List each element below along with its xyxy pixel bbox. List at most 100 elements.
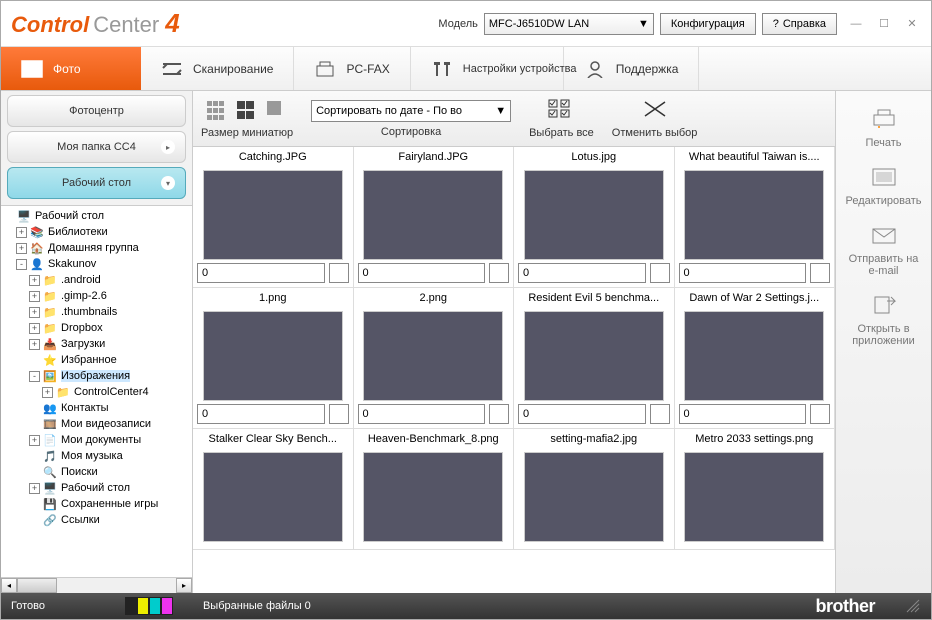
select-checkbox[interactable] xyxy=(650,404,670,424)
thumbnail-card[interactable]: Stalker Clear Sky Bench... xyxy=(193,429,354,550)
thumbnail-image[interactable] xyxy=(203,170,343,260)
expand-icon[interactable]: + xyxy=(29,483,40,494)
edit-action[interactable]: Редактировать xyxy=(842,157,926,213)
email-action[interactable]: Отправить на e-mail xyxy=(842,215,926,283)
copies-input[interactable]: 0 xyxy=(197,404,325,424)
tab-pcfax[interactable]: PC-FAX xyxy=(294,47,410,90)
select-checkbox[interactable] xyxy=(329,404,349,424)
tree-item[interactable]: 👥Контакты xyxy=(3,400,192,416)
sidebar-photocenter[interactable]: Фотоцентр xyxy=(7,95,186,127)
thumbnail-card[interactable]: 1.png0 xyxy=(193,288,354,429)
thumbnail-image[interactable] xyxy=(684,311,824,401)
copies-input[interactable]: 0 xyxy=(358,404,486,424)
tree-item[interactable]: 🎞️Мои видеозаписи xyxy=(3,416,192,432)
tab-scan[interactable]: Сканирование xyxy=(141,47,294,90)
thumbnail-image[interactable] xyxy=(363,311,503,401)
thumbnail-card[interactable]: Resident Evil 5 benchma...0 xyxy=(514,288,675,429)
tree-item[interactable]: +📁Dropbox xyxy=(3,320,192,336)
tab-device-settings[interactable]: Настройки устройства xyxy=(411,47,564,90)
expand-icon[interactable]: + xyxy=(29,307,40,318)
thumbnail-card[interactable]: Metro 2033 settings.png xyxy=(675,429,836,550)
open-action[interactable]: Открыть в приложении xyxy=(842,285,926,353)
thumbnail-card[interactable]: 2.png0 xyxy=(354,288,515,429)
model-select[interactable]: MFC-J6510DW LAN ▼ xyxy=(484,13,654,35)
thumbnail-card[interactable]: Heaven-Benchmark_8.png xyxy=(354,429,515,550)
thumbnail-card[interactable]: setting-mafia2.jpg xyxy=(514,429,675,550)
thumbnail-image[interactable] xyxy=(363,170,503,260)
thumbnail-image[interactable] xyxy=(524,311,664,401)
thumbnail-image[interactable] xyxy=(684,170,824,260)
tree-item[interactable]: -🖼️Изображения xyxy=(3,368,192,384)
tree-item[interactable]: 🔍Поиски xyxy=(3,464,192,480)
thumbnail-grid[interactable]: Catching.JPG0Fairyland.JPG0Lotus.jpg0Wha… xyxy=(193,147,835,593)
folder-tree[interactable]: 🖥️Рабочий стол+📚Библиотеки+🏠Домашняя гру… xyxy=(1,205,192,577)
thumbnail-card[interactable]: What beautiful Taiwan is....0 xyxy=(675,147,836,288)
copies-input[interactable]: 0 xyxy=(679,404,807,424)
tree-item[interactable]: +🖥️Рабочий стол xyxy=(3,480,192,496)
minimize-button[interactable]: — xyxy=(847,15,865,33)
thumb-large-button[interactable] xyxy=(267,101,287,121)
close-button[interactable]: ✕ xyxy=(903,15,921,33)
select-checkbox[interactable] xyxy=(329,263,349,283)
expand-icon[interactable]: + xyxy=(29,323,40,334)
thumbnail-image[interactable] xyxy=(684,452,824,542)
sidebar-desktop[interactable]: Рабочий стол▾ xyxy=(7,167,186,199)
tree-item[interactable]: +📁.android xyxy=(3,272,192,288)
select-checkbox[interactable] xyxy=(650,263,670,283)
help-button[interactable]: ? Справка xyxy=(762,13,837,35)
tree-item[interactable]: +📄Мои документы xyxy=(3,432,192,448)
tree-item[interactable]: +🏠Домашняя группа xyxy=(3,240,192,256)
select-checkbox[interactable] xyxy=(810,263,830,283)
thumbnail-card[interactable]: Catching.JPG0 xyxy=(193,147,354,288)
select-checkbox[interactable] xyxy=(489,404,509,424)
thumbnail-card[interactable]: Lotus.jpg0 xyxy=(514,147,675,288)
tree-item[interactable]: +📁.gimp-2.6 xyxy=(3,288,192,304)
tree-item[interactable]: 💾Сохраненные игры xyxy=(3,496,192,512)
tree-item[interactable]: +📚Библиотеки xyxy=(3,224,192,240)
select-all-button[interactable] xyxy=(547,98,575,123)
thumbnail-card[interactable]: Fairyland.JPG0 xyxy=(354,147,515,288)
select-checkbox[interactable] xyxy=(489,263,509,283)
tree-item[interactable]: +📁.thumbnails xyxy=(3,304,192,320)
tree-hscroll[interactable]: ◂ ▸ xyxy=(1,577,192,593)
scroll-left-icon[interactable]: ◂ xyxy=(1,578,17,593)
expand-icon[interactable]: - xyxy=(16,259,27,270)
deselect-button[interactable] xyxy=(641,98,669,123)
maximize-button[interactable]: ☐ xyxy=(875,15,893,33)
expand-icon[interactable]: + xyxy=(29,275,40,286)
sort-select[interactable]: Сортировать по дате - По во▼ xyxy=(311,100,511,122)
expand-icon[interactable]: + xyxy=(16,227,27,238)
expand-icon[interactable]: - xyxy=(29,371,40,382)
scroll-right-icon[interactable]: ▸ xyxy=(176,578,192,593)
thumbnail-image[interactable] xyxy=(524,452,664,542)
tree-item[interactable]: 🔗Ссылки xyxy=(3,512,192,528)
select-checkbox[interactable] xyxy=(810,404,830,424)
thumbnail-image[interactable] xyxy=(203,452,343,542)
expand-icon[interactable]: + xyxy=(16,243,27,254)
tree-item[interactable]: +📥Загрузки xyxy=(3,336,192,352)
tab-support[interactable]: Поддержка xyxy=(564,47,700,90)
tree-item[interactable]: 🖥️Рабочий стол xyxy=(3,208,192,224)
expand-icon[interactable]: + xyxy=(29,291,40,302)
expand-icon[interactable]: + xyxy=(42,387,53,398)
sidebar-myfolder[interactable]: Моя папка CC4▸ xyxy=(7,131,186,163)
config-button[interactable]: Конфигурация xyxy=(660,13,756,35)
copies-input[interactable]: 0 xyxy=(518,404,646,424)
expand-icon[interactable]: + xyxy=(29,435,40,446)
copies-input[interactable]: 0 xyxy=(518,263,646,283)
print-action[interactable]: Печать xyxy=(842,99,926,155)
thumb-small-button[interactable] xyxy=(207,101,227,121)
thumbnail-card[interactable]: Dawn of War 2 Settings.j...0 xyxy=(675,288,836,429)
tree-item[interactable]: ⭐Избранное xyxy=(3,352,192,368)
tab-photo[interactable]: Фото xyxy=(1,47,141,90)
copies-input[interactable]: 0 xyxy=(679,263,807,283)
resize-grip-icon[interactable] xyxy=(905,598,921,614)
copies-input[interactable]: 0 xyxy=(197,263,325,283)
thumbnail-image[interactable] xyxy=(363,452,503,542)
thumb-medium-button[interactable] xyxy=(237,101,257,121)
tree-item[interactable]: -👤Skakunov xyxy=(3,256,192,272)
scroll-thumb[interactable] xyxy=(17,578,57,593)
tree-item[interactable]: +📁ControlCenter4 xyxy=(3,384,192,400)
thumbnail-image[interactable] xyxy=(203,311,343,401)
thumbnail-image[interactable] xyxy=(524,170,664,260)
